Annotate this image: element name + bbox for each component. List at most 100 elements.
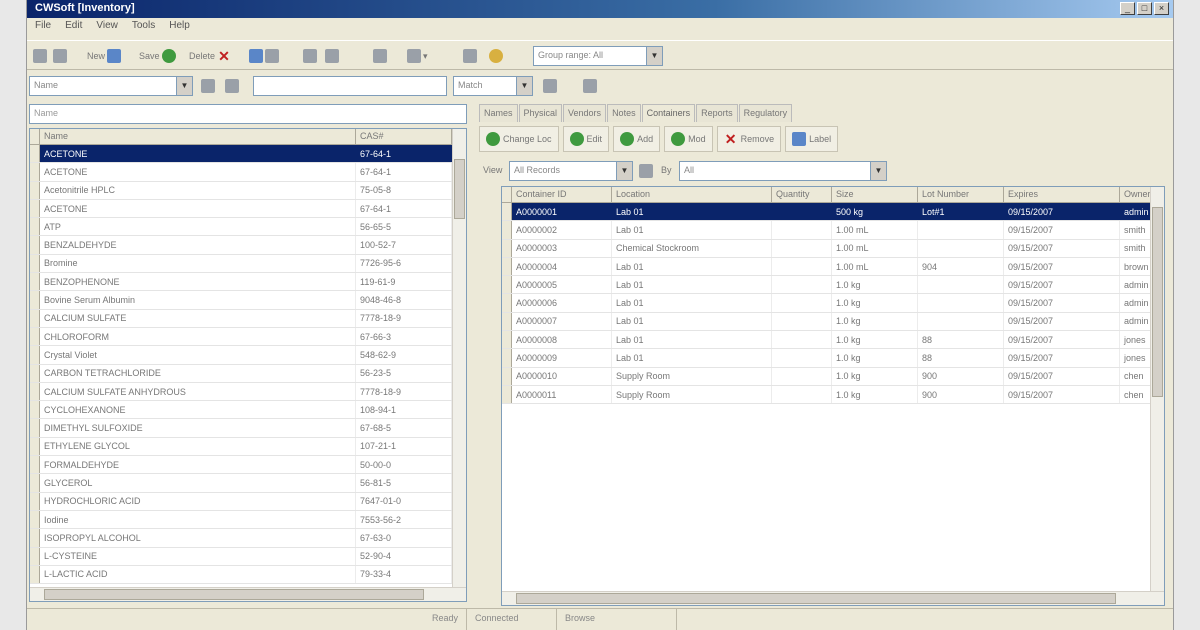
horizontal-scrollbar[interactable]: [30, 587, 466, 601]
table-row[interactable]: A0000005 Lab 01 1.0 kg 09/15/2007 admin: [502, 276, 1164, 295]
column-header-name[interactable]: Name: [40, 129, 356, 144]
cell-container-id: A0000008: [512, 331, 612, 349]
table-row[interactable]: CHLOROFORM 67-66-3: [30, 327, 466, 347]
cell-size: 1.0 kg: [832, 276, 918, 294]
cell-expires: 09/15/2007: [1004, 331, 1120, 349]
delete-button[interactable]: Delete ✕: [189, 47, 231, 65]
action-remove-button[interactable]: ✕ Remove: [716, 126, 782, 152]
table-row[interactable]: CALCIUM SULFATE ANHYDROUS 7778-18-9: [30, 382, 466, 402]
table-row[interactable]: A0000001 Lab 01 500 kg Lot#1 09/15/2007 admin: [502, 203, 1164, 222]
table-row[interactable]: A0000006 Lab 01 1.0 kg 09/15/2007 admin: [502, 294, 1164, 313]
table-row[interactable]: L-CYSTEINE 52-90-4: [30, 547, 466, 566]
tab-names[interactable]: Names: [479, 104, 518, 122]
filter-icon[interactable]: [201, 79, 215, 93]
grid-button[interactable]: [303, 47, 317, 65]
table-row[interactable]: ISOPROPYL ALCOHOL 67-63-0: [30, 529, 466, 548]
table-row[interactable]: HYDROCHLORIC ACID 7647-01-0: [30, 492, 466, 511]
action-label-button[interactable]: Label: [785, 126, 839, 152]
table-row[interactable]: ACETONE 67-64-1: [30, 163, 466, 182]
action-mod-button[interactable]: Mod: [664, 126, 713, 152]
list-filter-input[interactable]: Name: [29, 104, 467, 124]
copy-button[interactable]: [249, 47, 279, 65]
find-icon[interactable]: [543, 79, 557, 93]
save-button[interactable]: Save: [139, 47, 176, 65]
refresh-icon[interactable]: [639, 164, 653, 178]
new-button[interactable]: New: [87, 47, 122, 65]
column-header-expires[interactable]: Expires: [1004, 187, 1120, 202]
menu-item-view[interactable]: View: [96, 20, 118, 36]
vertical-scrollbar[interactable]: [452, 129, 466, 601]
table-row[interactable]: A0000002 Lab 01 1.00 mL 09/15/2007 smith: [502, 221, 1164, 240]
column-header-quantity[interactable]: Quantity: [772, 187, 832, 202]
columns-button[interactable]: [325, 47, 339, 65]
group-range-select[interactable]: Group range: All ▼: [533, 46, 663, 66]
column-header-lot-number[interactable]: Lot Number: [918, 187, 1004, 202]
table-row[interactable]: Bovine Serum Albumin 9048-46-8: [30, 291, 466, 310]
table-row[interactable]: Bromine 7726-95-6: [30, 254, 466, 274]
table-row[interactable]: A0000004 Lab 01 1.00 mL 904 09/15/2007 brown: [502, 257, 1164, 277]
horizontal-scrollbar[interactable]: [502, 591, 1164, 605]
table-row[interactable]: A0000007 Lab 01 1.0 kg 09/15/2007 admin: [502, 312, 1164, 332]
table-row[interactable]: A0000010 Supply Room 1.0 kg 900 09/15/2007 ch…: [502, 367, 1164, 386]
table-row[interactable]: BENZOPHENONE 119-61-9: [30, 273, 466, 292]
sort-icon[interactable]: [225, 79, 239, 93]
scrollbar-thumb[interactable]: [516, 593, 1116, 604]
column-header-size[interactable]: Size: [832, 187, 918, 202]
menu-item-file[interactable]: File: [35, 20, 51, 36]
tab-reports[interactable]: Reports: [696, 104, 738, 122]
tools-button[interactable]: ▾: [407, 47, 428, 65]
close-button[interactable]: ×: [1154, 2, 1169, 15]
table-row[interactable]: FORMALDEHYDE 50-00-0: [30, 456, 466, 475]
table-row[interactable]: Acetonitrile HPLC 75-05-8: [30, 181, 466, 200]
table-row[interactable]: BENZALDEHYDE 100-52-7: [30, 236, 466, 255]
table-row[interactable]: A0000008 Lab 01 1.0 kg 88 09/15/2007 jones: [502, 331, 1164, 350]
table-row[interactable]: ACETONE 67-64-1: [30, 199, 466, 219]
table-row[interactable]: Crystal Violet 548-62-9: [30, 346, 466, 365]
edit-tool-button[interactable]: [373, 47, 387, 65]
vertical-scrollbar[interactable]: [1150, 187, 1164, 605]
tab-regulatory[interactable]: Regulatory: [738, 104, 793, 122]
search-input[interactable]: [253, 76, 447, 96]
table-row[interactable]: ETHYLENE GLYCOL 107-21-1: [30, 437, 466, 457]
search-field-select[interactable]: Name ▼: [29, 76, 193, 96]
tab-containers[interactable]: Containers: [641, 104, 696, 122]
table-row[interactable]: Iodine 7553-56-2: [30, 510, 466, 530]
scrollbar-thumb[interactable]: [44, 589, 424, 600]
table-row[interactable]: A0000011 Supply Room 1.0 kg 900 09/15/2007 ch…: [502, 385, 1164, 405]
table-row[interactable]: CARBON TETRACHLORIDE 56-23-5: [30, 364, 466, 383]
column-header-cas[interactable]: CAS#: [356, 129, 452, 144]
menu-item-tools[interactable]: Tools: [132, 20, 155, 36]
options-icon[interactable]: [583, 79, 597, 93]
action-label: Change Loc: [503, 134, 552, 144]
tab-notes[interactable]: Notes: [607, 104, 641, 122]
table-row[interactable]: A0000003 Chemical Stockroom 1.00 mL 09/15/2…: [502, 239, 1164, 258]
action-add-button[interactable]: Add: [613, 126, 661, 152]
column-header-location[interactable]: Location: [612, 187, 772, 202]
maximize-button[interactable]: □: [1137, 2, 1152, 15]
minimize-button[interactable]: _: [1120, 2, 1135, 15]
table-row[interactable]: L-LACTIC ACID 79-33-4: [30, 565, 466, 585]
table-row[interactable]: CALCIUM SULFATE 7778-18-9: [30, 309, 466, 328]
table-row[interactable]: A0000009 Lab 01 1.0 kg 88 09/15/2007 jones: [502, 349, 1164, 368]
view-select[interactable]: All Records ▼: [509, 161, 633, 181]
column-header-container-id[interactable]: Container ID: [512, 187, 612, 202]
table-row[interactable]: ACETONE 67-64-1: [30, 145, 466, 164]
table-row[interactable]: CYCLOHEXANONE 108-94-1: [30, 401, 466, 420]
report-button[interactable]: [463, 47, 477, 65]
by-select[interactable]: All ▼: [679, 161, 887, 181]
table-row[interactable]: ATP 56-65-5: [30, 218, 466, 237]
menu-item-edit[interactable]: Edit: [65, 20, 82, 36]
help-button[interactable]: [489, 47, 503, 65]
scrollbar-thumb[interactable]: [454, 159, 465, 219]
action-edit-button[interactable]: Edit: [562, 126, 610, 152]
menu-item-help[interactable]: Help: [169, 20, 190, 36]
scrollbar-thumb[interactable]: [1152, 207, 1163, 397]
tab-vendors[interactable]: Vendors: [563, 104, 607, 122]
action-change-loc-button[interactable]: Change Loc: [479, 126, 559, 152]
table-row[interactable]: GLYCEROL 56-81-5: [30, 474, 466, 493]
tab-physical[interactable]: Physical: [518, 104, 563, 122]
open-button[interactable]: [33, 47, 47, 65]
match-mode-select[interactable]: Match ▼: [453, 76, 533, 96]
table-row[interactable]: DIMETHYL SULFOXIDE 67-68-5: [30, 419, 466, 438]
print-button[interactable]: [53, 47, 67, 65]
